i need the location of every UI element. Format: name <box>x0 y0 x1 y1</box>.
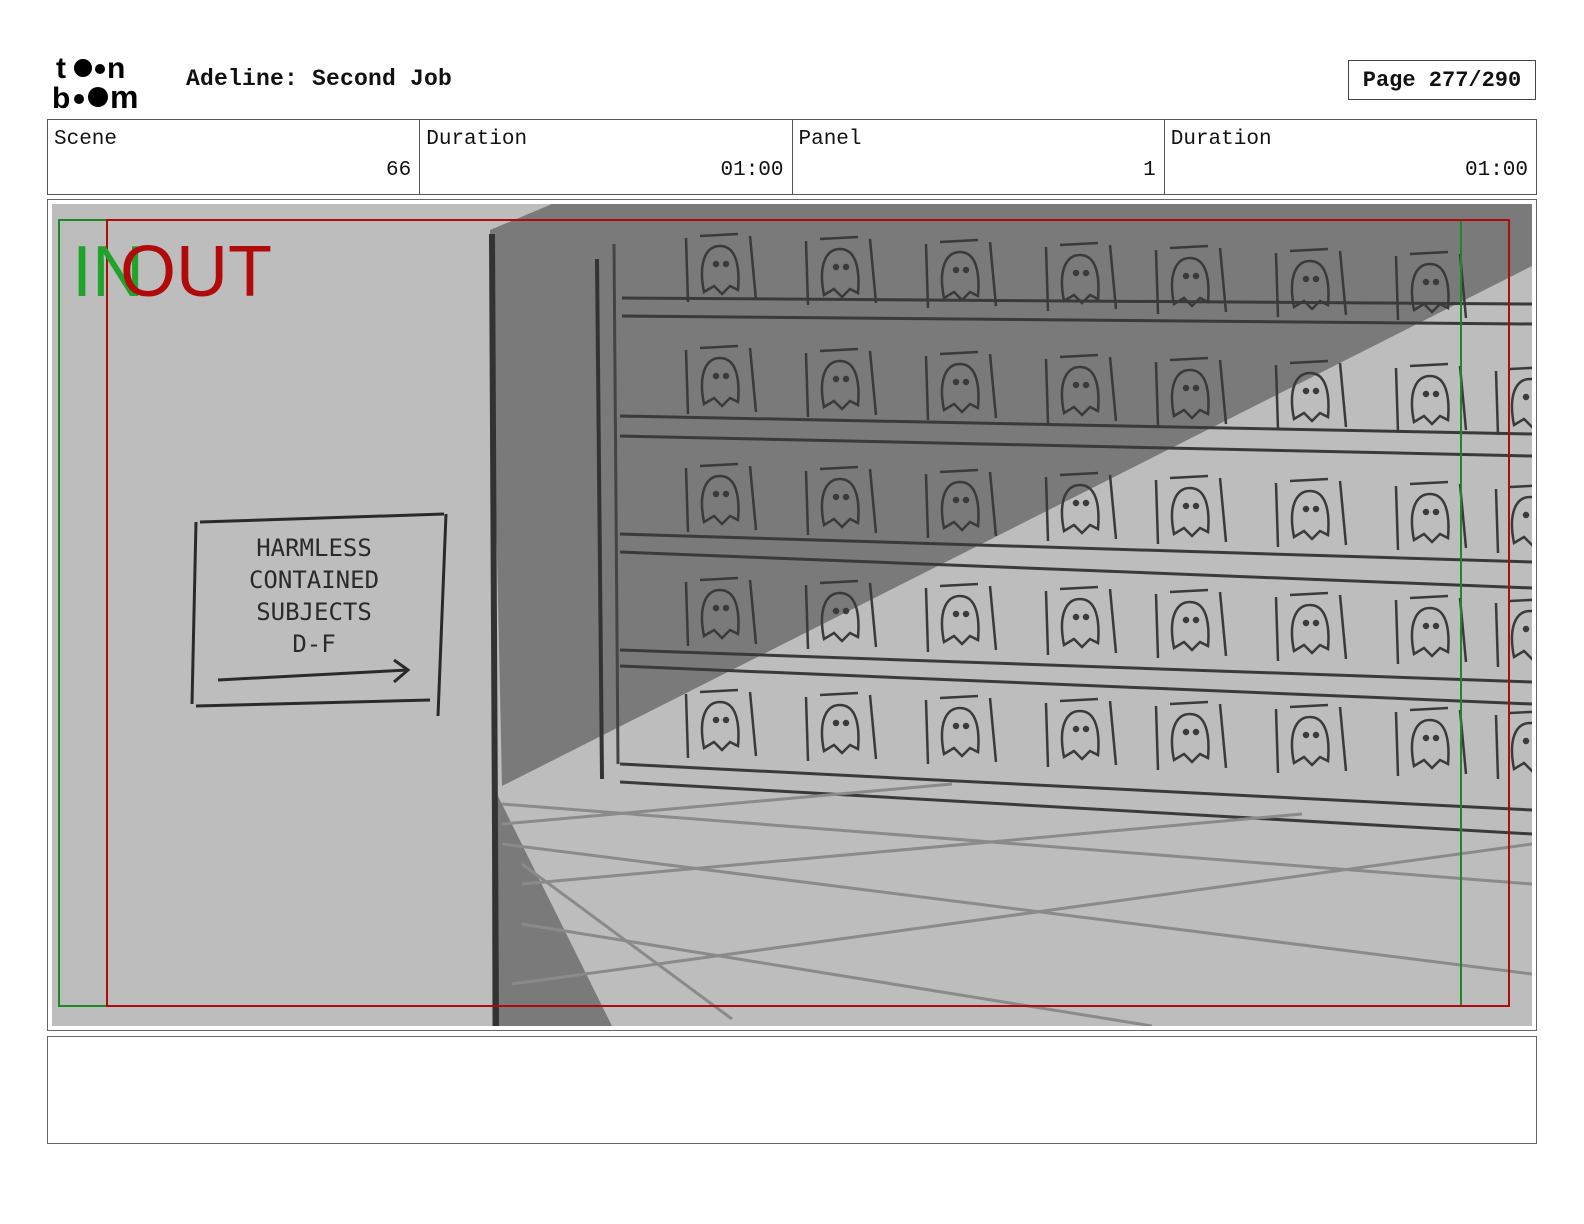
ghost-jar <box>1154 588 1228 659</box>
panel-duration-cell: Duration 01:00 <box>1163 120 1536 194</box>
sign-line: SUBJECTS <box>256 598 372 626</box>
scene-duration-value: 01:00 <box>720 159 784 182</box>
scene-label: Scene <box>54 128 118 151</box>
panel-value: 1 <box>1143 159 1156 182</box>
ghost-jar <box>1044 585 1118 656</box>
ghost-jar <box>1494 598 1532 668</box>
ghost-jar <box>1494 366 1532 436</box>
scene-value: 66 <box>386 159 412 182</box>
toon-boom-logo: t n b m <box>52 52 138 112</box>
ghost-jar <box>804 691 878 762</box>
scene-cell: Scene 66 <box>48 120 419 194</box>
storyboard-sketch: HARMLESS CONTAINED SUBJECTS D-F IN OUT <box>52 204 1532 1026</box>
page-indicator: Page 277/290 <box>1348 60 1536 100</box>
svg-text:t: t <box>56 52 66 85</box>
panel-cell: Panel 1 <box>791 120 1164 194</box>
out-guide-label: OUT <box>120 232 272 312</box>
panel-duration-label: Duration <box>1170 128 1272 151</box>
ghost-jar <box>1154 474 1228 545</box>
svg-text:m: m <box>110 79 138 112</box>
ghost-jar <box>1394 706 1468 777</box>
wall-corner-line <box>489 233 499 1026</box>
sign-line: CONTAINED <box>249 566 379 594</box>
ghost-jar <box>684 688 758 759</box>
scene-info-table: Scene 66 Duration 01:00 Panel 1 Duration… <box>47 119 1537 195</box>
ghost-jar <box>924 582 998 653</box>
ghost-jar <box>1394 480 1468 551</box>
svg-text:b: b <box>52 82 70 112</box>
sign-line: HARMLESS <box>256 534 372 562</box>
ghost-jar <box>1394 362 1468 433</box>
scene-duration-label: Duration <box>426 128 528 151</box>
ghost-jar <box>1274 591 1348 662</box>
ghost-jar <box>924 694 998 765</box>
ghost-jar <box>1044 697 1118 768</box>
ghost-jar <box>1274 703 1348 774</box>
panel-label: Panel <box>798 128 862 151</box>
ghost-jar <box>1274 477 1348 548</box>
ghost-jar <box>1154 700 1228 771</box>
sign-line: D-F <box>292 630 335 658</box>
notes-box <box>47 1036 1537 1144</box>
panel-duration-value: 01:00 <box>1464 159 1528 182</box>
sign-text: HARMLESS CONTAINED SUBJECTS D-F <box>249 534 379 658</box>
ghost-jar <box>1494 710 1532 780</box>
floor-lines <box>501 782 1532 1026</box>
ghost-jar <box>1394 594 1468 665</box>
ghost-jar <box>1494 484 1532 554</box>
scene-duration-cell: Duration 01:00 <box>419 120 791 194</box>
project-title: Adeline: Second Job <box>186 66 453 92</box>
sketch-drawing: HARMLESS CONTAINED SUBJECTS D-F <box>58 204 1532 1026</box>
